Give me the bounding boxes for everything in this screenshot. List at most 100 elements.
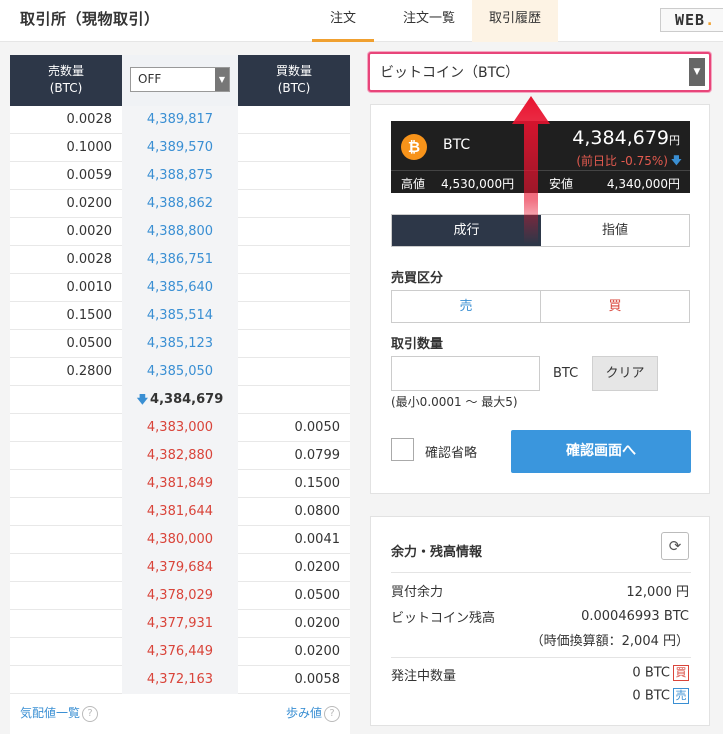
ask-buy-cell xyxy=(238,162,350,190)
bid-sell-cell xyxy=(10,470,122,498)
bid-row[interactable]: 4,378,029 0.0500 xyxy=(10,582,350,610)
ask-qty: 0.0028 xyxy=(66,252,113,267)
low-value: 4,340,000円 xyxy=(606,177,680,191)
annotation-arrow-icon xyxy=(512,96,550,244)
ask-qty: 0.0028 xyxy=(66,112,113,127)
ask-qty: 0.0010 xyxy=(66,280,113,295)
chevron-down-icon: ▼ xyxy=(215,68,229,91)
ask-row[interactable]: 0.0010 4,385,640 xyxy=(10,274,350,302)
arrow-down-icon: 🡇 xyxy=(136,393,149,406)
tab-order-list[interactable]: 注文一覧 xyxy=(388,0,470,42)
bid-row[interactable]: 4,379,684 0.0200 xyxy=(10,554,350,582)
logo-text: WEB xyxy=(675,11,706,29)
bid-row[interactable]: 4,380,000 0.0041 xyxy=(10,526,350,554)
bid-sell-cell xyxy=(10,498,122,526)
last-price: 🡇 4,384,679 xyxy=(122,386,238,414)
side-label: 売買区分 xyxy=(391,271,444,286)
ask-buy-cell xyxy=(238,190,350,218)
ask-price: 4,388,862 xyxy=(122,190,238,218)
logo-dot: . xyxy=(705,11,716,29)
buy-button[interactable]: 買 xyxy=(541,291,689,322)
tab-trade-history[interactable]: 取引履歴 xyxy=(472,0,558,42)
ticker-price: 4,384,679円 xyxy=(572,127,680,149)
qty-input[interactable] xyxy=(391,356,540,391)
qty-unit: BTC xyxy=(553,366,579,381)
refresh-icon[interactable]: ⟳ xyxy=(661,532,689,560)
btc-balance-jpy: （時価換算額：2,004 円） xyxy=(530,634,689,649)
bid-row[interactable]: 4,372,163 0.0058 xyxy=(10,666,350,694)
ask-price: 4,388,875 xyxy=(122,162,238,190)
brand-logo[interactable]: WEB. xyxy=(660,8,723,32)
bid-row[interactable]: 4,377,931 0.0200 xyxy=(10,610,350,638)
sell-qty-header-line1: 売数量 xyxy=(47,64,84,78)
bid-sell-cell xyxy=(10,582,122,610)
bid-row[interactable]: 4,383,000 0.0050 xyxy=(10,414,350,442)
tab-order[interactable]: 注文 xyxy=(312,0,374,42)
ask-row[interactable]: 0.2800 4,385,050 xyxy=(10,358,350,386)
sell-qty-header-line2: (BTC) xyxy=(49,81,83,95)
bid-sell-cell xyxy=(10,638,122,666)
help-icon[interactable]: ? xyxy=(82,705,99,722)
bid-qty: 0.1500 xyxy=(294,476,341,491)
help-icon[interactable]: ? xyxy=(324,705,340,722)
buy-qty-header-line2: (BTC) xyxy=(277,81,311,95)
bid-qty: 0.0041 xyxy=(294,532,341,547)
ask-price: 4,385,050 xyxy=(122,358,238,386)
ask-row[interactable]: 0.1000 4,389,570 xyxy=(10,134,350,162)
ask-price: 4,386,751 xyxy=(122,246,238,274)
bid-row[interactable]: 4,382,880 0.0799 xyxy=(10,442,350,470)
top-bar: 取引所（現物取引） 注文 注文一覧 取引履歴 WEB. xyxy=(0,0,723,42)
skip-confirm-checkbox[interactable] xyxy=(391,438,414,461)
pending-sell-value: 0 BTC xyxy=(632,688,670,704)
ask-row[interactable]: 0.0028 4,389,817 xyxy=(10,106,350,134)
pending-buy-value: 0 BTC xyxy=(632,665,670,681)
ask-row[interactable]: 0.1500 4,385,514 xyxy=(10,302,350,330)
ask-row[interactable]: 0.0020 4,388,800 xyxy=(10,218,350,246)
limit-order-button[interactable]: 指値 xyxy=(541,215,689,246)
bid-price: 4,382,880 xyxy=(122,442,238,470)
grouping-select[interactable]: OFF ▼ xyxy=(130,67,230,92)
ticker-price-unit: 円 xyxy=(669,134,680,147)
balance-panel: 余力・残高情報 ⟳ 買付余力 12,000 円 ビットコイン残高 0.00046… xyxy=(370,516,710,726)
ask-buy-cell xyxy=(238,358,350,386)
ticker-change: (前日比 -0.75%) xyxy=(576,154,668,168)
bid-row[interactable]: 4,376,449 0.0200 xyxy=(10,638,350,666)
ask-qty: 0.0059 xyxy=(66,168,113,183)
buy-qty-header: 買数量 (BTC) xyxy=(238,55,350,106)
ask-qty: 0.0200 xyxy=(66,196,113,211)
bid-row[interactable]: 4,381,644 0.0800 xyxy=(10,498,350,526)
ask-price: 4,385,640 xyxy=(122,274,238,302)
coin-select[interactable]: ビットコイン（BTC） ▼ xyxy=(368,52,711,92)
trade-history-link[interactable]: 歩み値? xyxy=(286,704,340,722)
order-book-footer: 気配値一覧? 歩み値? xyxy=(10,695,350,734)
ask-price: 4,388,800 xyxy=(122,218,238,246)
bid-price: 4,378,029 xyxy=(122,582,238,610)
arrow-down-icon: 🡇 xyxy=(670,154,682,167)
bid-sell-cell xyxy=(10,666,122,694)
clear-button[interactable]: クリア xyxy=(592,356,658,391)
ask-price: 4,385,514 xyxy=(122,302,238,330)
last-price-row: 🡇 4,384,679 xyxy=(10,386,350,414)
confirm-button[interactable]: 確認画面へ xyxy=(511,430,691,473)
depth-list-link[interactable]: 気配値一覧? xyxy=(20,704,99,722)
bid-qty: 0.0799 xyxy=(294,448,341,463)
grouping-select-value: OFF xyxy=(138,72,162,86)
order-book: 売数量 (BTC) OFF ▼ 買数量 (BTC) 0.0028 4,389,81… xyxy=(10,55,350,695)
ask-qty: 0.1000 xyxy=(66,140,113,155)
ask-buy-cell xyxy=(238,246,350,274)
sell-button[interactable]: 売 xyxy=(392,291,541,322)
bid-qty: 0.0058 xyxy=(294,672,341,687)
ask-price: 4,389,817 xyxy=(122,106,238,134)
ask-row[interactable]: 0.0059 4,388,875 xyxy=(10,162,350,190)
ask-row[interactable]: 0.0028 4,386,751 xyxy=(10,246,350,274)
bid-qty: 0.0200 xyxy=(294,616,341,631)
ask-buy-cell xyxy=(238,274,350,302)
bid-qty: 0.0200 xyxy=(294,644,341,659)
price-header: OFF ▼ xyxy=(122,55,238,106)
bid-qty: 0.0500 xyxy=(294,588,341,603)
ask-row[interactable]: 0.0500 4,385,123 xyxy=(10,330,350,358)
ask-row[interactable]: 0.0200 4,388,862 xyxy=(10,190,350,218)
bid-row[interactable]: 4,381,849 0.1500 xyxy=(10,470,350,498)
buying-power-value: 12,000 円 xyxy=(626,585,689,600)
chevron-down-icon: ▼ xyxy=(689,58,705,86)
